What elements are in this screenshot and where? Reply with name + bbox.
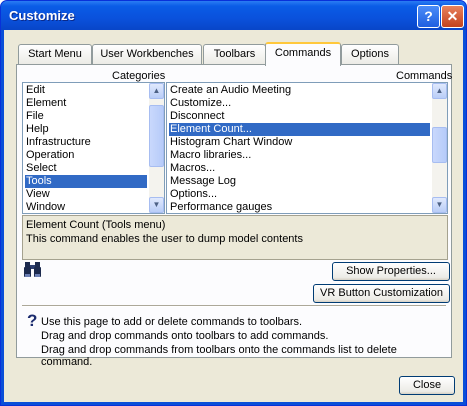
help-line-2: Drag and drop commands onto toolbars to …: [41, 330, 329, 342]
show-properties-button[interactable]: Show Properties...: [332, 262, 450, 281]
list-item[interactable]: View: [25, 188, 147, 201]
title-help-button[interactable]: ?: [417, 5, 440, 28]
question-icon: ?: [27, 311, 38, 330]
list-item-selected[interactable]: Tools: [25, 175, 147, 188]
chevron-up-icon: ▲: [152, 86, 161, 95]
button-label: Close: [412, 379, 442, 391]
commands-list[interactable]: Create an Audio Meeting Customize... Dis…: [166, 82, 448, 214]
tab-toolbars[interactable]: Toolbars: [203, 44, 266, 64]
tab-label: Start Menu: [28, 48, 82, 60]
close-button[interactable]: Close: [399, 376, 455, 395]
description-box: Element Count (Tools menu) This command …: [22, 215, 448, 260]
tab-label: Commands: [274, 47, 332, 59]
window-title: Customize: [9, 8, 75, 23]
separator: [22, 305, 446, 307]
list-item[interactable]: Edit: [25, 84, 147, 97]
customize-dialog: Customize ? ✕ Start Menu User Workbenche…: [0, 0, 467, 406]
tab-user-workbenches[interactable]: User Workbenches: [92, 44, 202, 64]
chevron-down-icon: ▼: [152, 200, 161, 209]
binoculars-icon[interactable]: [23, 261, 43, 279]
list-item[interactable]: Macro libraries...: [169, 149, 430, 162]
categories-scrollbar[interactable]: ▲ ▼: [149, 83, 164, 213]
button-label: VR Button Customization: [320, 287, 443, 299]
help-line-3: Drag and drop commands from toolbars ont…: [41, 344, 397, 368]
list-item[interactable]: Performance gauges: [169, 201, 430, 213]
vr-button-customization-button[interactable]: VR Button Customization: [313, 284, 450, 303]
commands-panel: Categories Commands Edit Element File He…: [16, 64, 453, 368]
list-item[interactable]: Create an Audio Meeting: [169, 84, 430, 97]
tab-commands[interactable]: Commands: [265, 42, 341, 66]
scroll-thumb[interactable]: [149, 105, 164, 167]
commands-label: Commands: [396, 70, 453, 82]
list-item[interactable]: Histogram Chart Window: [169, 136, 430, 149]
scroll-down-button[interactable]: ▼: [149, 197, 164, 213]
list-item[interactable]: Element: [25, 97, 147, 110]
list-item[interactable]: Window: [25, 201, 147, 213]
list-item[interactable]: Select: [25, 162, 147, 175]
description-text: This command enables the user to dump mo…: [26, 233, 303, 245]
scroll-up-button[interactable]: ▲: [149, 83, 164, 99]
list-item[interactable]: Infrastructure: [25, 136, 147, 149]
dialog-body: Start Menu User Workbenches Toolbars Com…: [4, 30, 463, 402]
list-item[interactable]: Macros...: [169, 162, 430, 175]
tab-start-menu[interactable]: Start Menu: [18, 44, 92, 64]
list-item[interactable]: File: [25, 110, 147, 123]
tab-label: User Workbenches: [100, 48, 194, 60]
categories-label: Categories: [112, 70, 166, 82]
list-item[interactable]: Message Log: [169, 175, 430, 188]
title-close-button[interactable]: ✕: [441, 5, 464, 28]
list-item[interactable]: Options...: [169, 188, 430, 201]
question-mark-icon: ?: [424, 8, 433, 24]
tab-label: Options: [351, 48, 389, 60]
scroll-thumb[interactable]: [432, 127, 447, 163]
tab-options[interactable]: Options: [341, 44, 399, 64]
scroll-up-button[interactable]: ▲: [432, 83, 447, 99]
tab-label: Toolbars: [213, 48, 256, 60]
scroll-down-button[interactable]: ▼: [432, 197, 447, 213]
title-bar[interactable]: Customize ? ✕: [1, 1, 466, 30]
chevron-up-icon: ▲: [435, 86, 444, 95]
list-item-selected[interactable]: Element Count...: [169, 123, 430, 136]
button-label: Show Properties...: [346, 265, 436, 277]
chevron-down-icon: ▼: [435, 200, 444, 209]
list-item[interactable]: Disconnect: [169, 110, 430, 123]
help-line-1: Use this page to add or delete commands …: [41, 316, 303, 328]
list-item[interactable]: Customize...: [169, 97, 430, 110]
categories-list[interactable]: Edit Element File Help Infrastructure Op…: [22, 82, 165, 214]
commands-scrollbar[interactable]: ▲ ▼: [432, 83, 447, 213]
list-item[interactable]: Operation: [25, 149, 147, 162]
description-title: Element Count (Tools menu): [26, 219, 166, 231]
list-item[interactable]: Help: [25, 123, 147, 136]
close-icon: ✕: [446, 8, 459, 24]
